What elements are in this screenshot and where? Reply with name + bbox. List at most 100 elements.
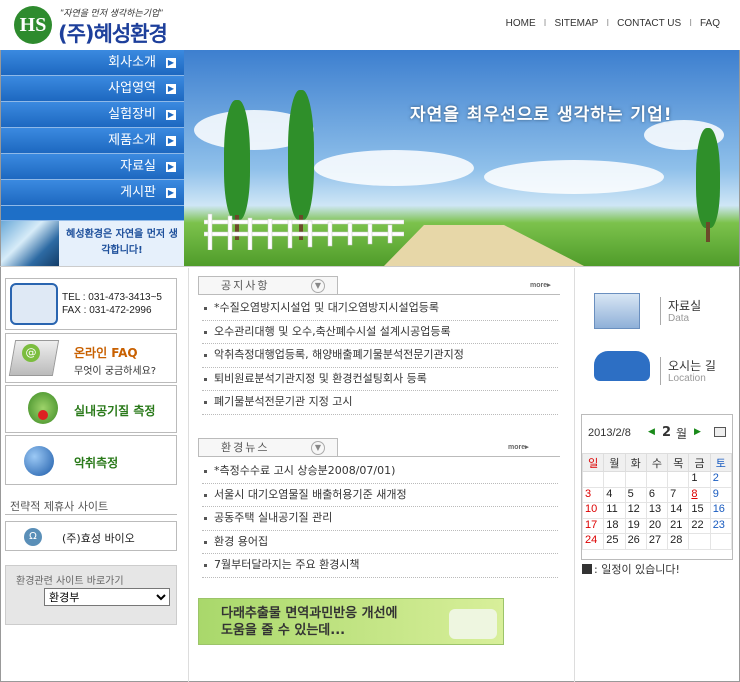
calendar-day[interactable]: 28 <box>667 533 690 550</box>
nav-faq[interactable]: FAQ <box>692 18 728 29</box>
menu-item-board[interactable]: 게시판 ▶ <box>1 180 184 206</box>
divider <box>198 456 560 457</box>
calendar-day[interactable]: 7 <box>667 486 690 503</box>
list-item[interactable]: *측정수수료 고시 상승분2008/07/01) <box>202 460 558 484</box>
at-sign-icon: @ <box>22 344 40 362</box>
calendar-day[interactable] <box>645 471 669 488</box>
indoor-air-box[interactable]: 실내공기질 측정 <box>5 385 177 433</box>
tel-number: TEL : 031-473-3413~5 <box>62 292 162 303</box>
online-faq-box[interactable]: @ 온라인 FAQ 무엇이 궁금하세요? <box>5 333 177 383</box>
related-sites-title: 환경관련 사이트 바로가기 <box>16 576 124 587</box>
calendar-day[interactable] <box>667 471 690 488</box>
menu-item-business[interactable]: 사업영역 ▶ <box>1 76 184 102</box>
calendar-day[interactable] <box>581 471 605 488</box>
calendar-day[interactable] <box>709 533 733 550</box>
menu-banner-text: 혜성환경은 자연을 먼저 생각합니다! <box>66 229 178 256</box>
calendar-day[interactable]: 13 <box>645 502 669 519</box>
schedule-icon <box>582 564 592 574</box>
list-item[interactable]: 환경 용어집 <box>202 531 558 554</box>
logo-icon[interactable]: HS <box>14 6 52 44</box>
nav-contact-us[interactable]: CONTACT US <box>609 18 689 29</box>
product-ad-banner[interactable]: 다래추출물 면역과민반응 개선에 도움을 줄 수 있는데... <box>198 598 504 645</box>
divider <box>574 268 575 682</box>
menu-item-archive[interactable]: 자료실 ▶ <box>1 154 184 180</box>
related-sites-select[interactable]: 환경부 <box>44 588 170 606</box>
faq-subtitle: 무엇이 궁금하세요? <box>74 366 157 377</box>
printer-icon[interactable] <box>714 427 726 437</box>
partner-icon: Ω <box>24 528 42 546</box>
calendar-day[interactable]: 14 <box>667 502 690 519</box>
calendar-day[interactable]: 23 <box>709 517 733 534</box>
list-item[interactable]: 퇴비원료분석기관지정 및 환경컨설팅회사 등록 <box>202 368 558 391</box>
list-item[interactable]: 공동주택 실내공기질 관리 <box>202 507 558 531</box>
calendar-day[interactable]: 26 <box>624 533 647 550</box>
calendar-day[interactable]: 6 <box>645 486 669 503</box>
next-month-button[interactable]: ▶ <box>694 427 701 437</box>
quick-link-location[interactable]: 오시는 길 Location <box>582 343 732 401</box>
schedule-note: : 일정이 있습니다! <box>582 561 680 577</box>
company-name[interactable]: (주)혜성환경 <box>58 18 168 48</box>
weekday-header: 월 <box>603 453 626 472</box>
indoor-air-label: 실내공기질 측정 <box>74 404 156 418</box>
weekday-header: 금 <box>688 453 711 472</box>
calendar-day-today[interactable]: 8 <box>688 486 711 503</box>
partner-link[interactable]: Ω (주)효성 바이오 <box>5 521 177 551</box>
calendar-day[interactable]: 21 <box>667 517 690 534</box>
arrow-right-icon: ▶ <box>166 84 176 94</box>
list-item[interactable]: 악취측정대행업등록, 해양배출폐기물분석전문기관지정 <box>202 344 558 368</box>
notice-title: 공지사항 <box>221 279 270 292</box>
calendar-day[interactable]: 18 <box>603 517 626 534</box>
contact-text: TEL : 031-473-3413~5 FAX : 031-472-2996 <box>62 291 162 317</box>
calendar-day[interactable] <box>688 533 711 550</box>
notice-list: *수질오염방지시설업 및 대기오염방지시설업등록 오수관리대행 및 오수,축산폐… <box>202 297 558 415</box>
calendar-day[interactable]: 2 <box>709 471 733 488</box>
tab-env-news[interactable]: 환경뉴스 ▼ <box>198 438 338 456</box>
hero-banner: 자연을 최우선으로 생각하는 기업! <box>184 50 739 266</box>
calendar-day[interactable]: 27 <box>645 533 669 550</box>
calendar-day[interactable]: 20 <box>645 517 669 534</box>
list-item[interactable]: *수질오염방지시설업 및 대기오염방지시설업등록 <box>202 297 558 321</box>
menu-item-label: 제품소개 <box>108 133 156 148</box>
calendar-day[interactable]: 19 <box>624 517 647 534</box>
prev-month-button[interactable]: ◀ <box>648 427 655 437</box>
calendar-day[interactable]: 22 <box>688 517 711 534</box>
list-item[interactable]: 7월부터달라지는 주요 환경시책 <box>202 554 558 578</box>
calendar-day[interactable]: 4 <box>603 486 626 503</box>
calendar-day[interactable]: 12 <box>624 502 647 519</box>
calendar-day[interactable]: 1 <box>688 471 711 488</box>
calendar-day[interactable] <box>624 471 647 488</box>
nav-home[interactable]: HOME <box>498 18 544 29</box>
list-item[interactable]: 오수관리대행 및 오수,축산폐수시설 설계시공업등록 <box>202 321 558 344</box>
menu-item-company[interactable]: 회사소개 ▶ <box>1 50 184 76</box>
nav-sitemap[interactable]: SITEMAP <box>546 18 606 29</box>
calendar-day[interactable]: 17 <box>581 517 605 534</box>
divider <box>5 514 177 515</box>
calendar-date: 2013/2/8 <box>588 427 631 439</box>
schedule-text: : 일정이 있습니다! <box>594 563 680 576</box>
menu-item-products[interactable]: 제품소개 ▶ <box>1 128 184 154</box>
faq-title: 온라인 FAQ <box>74 346 138 360</box>
calendar-day[interactable]: 24 <box>581 533 605 550</box>
notice-more-link[interactable]: more▸ <box>530 281 551 289</box>
calendar-day[interactable]: 9 <box>709 486 733 503</box>
calendar-day[interactable]: 16 <box>709 502 733 519</box>
calendar-day[interactable]: 25 <box>603 533 626 550</box>
menu-item-label: 자료실 <box>120 159 156 174</box>
calendar-day[interactable]: 10 <box>581 502 605 519</box>
plant-icon <box>28 392 58 424</box>
calendar-day[interactable] <box>603 471 626 488</box>
calendar-day[interactable]: 3 <box>581 486 605 503</box>
tab-notice[interactable]: 공지사항 ▼ <box>198 276 338 294</box>
env-news-title: 환경뉴스 <box>221 441 270 454</box>
divider <box>198 294 560 295</box>
menu-item-equipment[interactable]: 실험장비 ▶ <box>1 102 184 128</box>
odor-box[interactable]: 악취측정 <box>5 435 177 485</box>
env-news-more-link[interactable]: more▸ <box>508 443 529 451</box>
list-item[interactable]: 서울시 대기오염물질 배출허용기준 새개정 <box>202 484 558 507</box>
calendar-day[interactable]: 11 <box>603 502 626 519</box>
list-item[interactable]: 폐기물분석전문기관 지정 고시 <box>202 391 558 415</box>
calendar-month: 2 <box>662 425 672 440</box>
calendar-day[interactable]: 15 <box>688 502 711 519</box>
quick-link-data[interactable]: 자료실 Data <box>582 283 732 341</box>
calendar-day[interactable]: 5 <box>624 486 647 503</box>
